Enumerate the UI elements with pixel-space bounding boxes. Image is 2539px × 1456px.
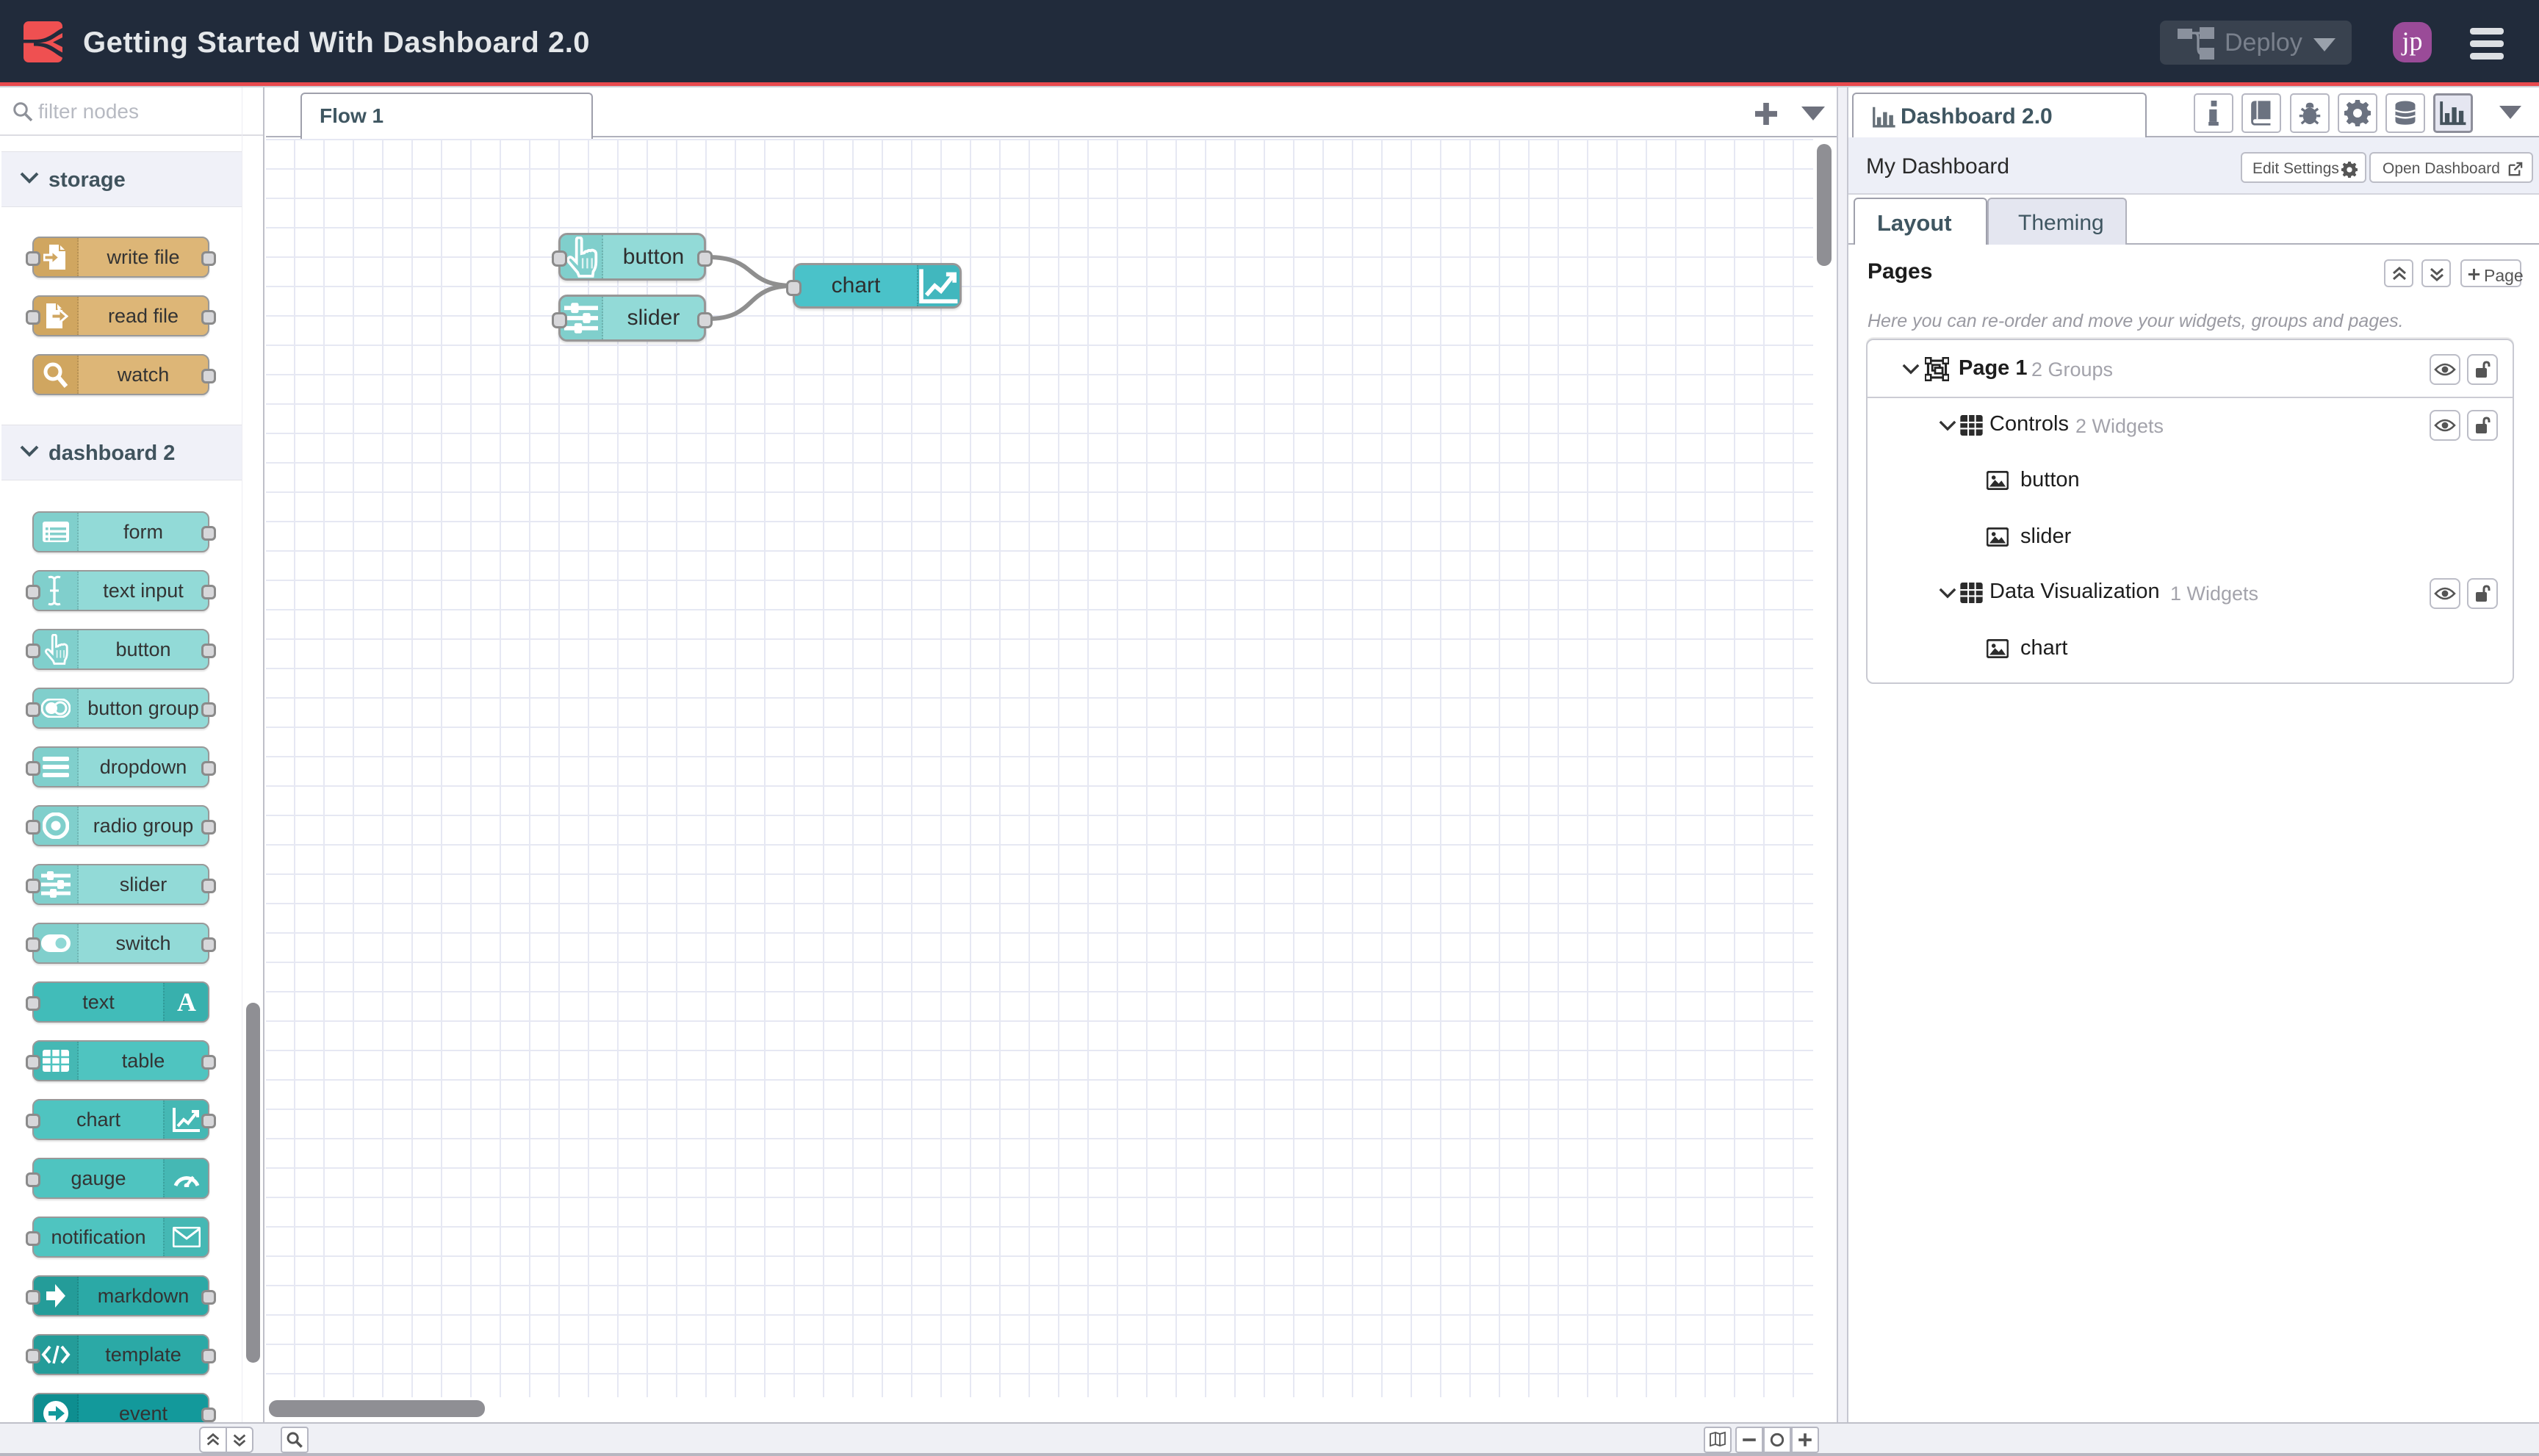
- svg-text:A: A: [177, 990, 196, 1014]
